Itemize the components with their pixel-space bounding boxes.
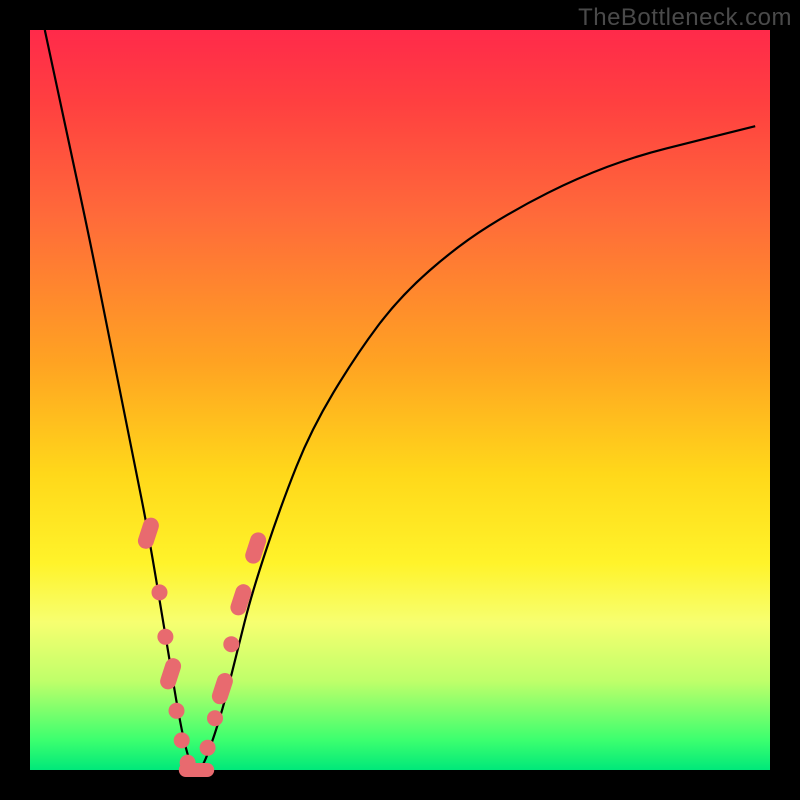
watermark-text: TheBottleneck.com xyxy=(578,4,792,32)
bottleneck-chart xyxy=(30,30,770,770)
bottleneck-curve xyxy=(45,30,755,770)
highlight-markers xyxy=(136,516,268,777)
